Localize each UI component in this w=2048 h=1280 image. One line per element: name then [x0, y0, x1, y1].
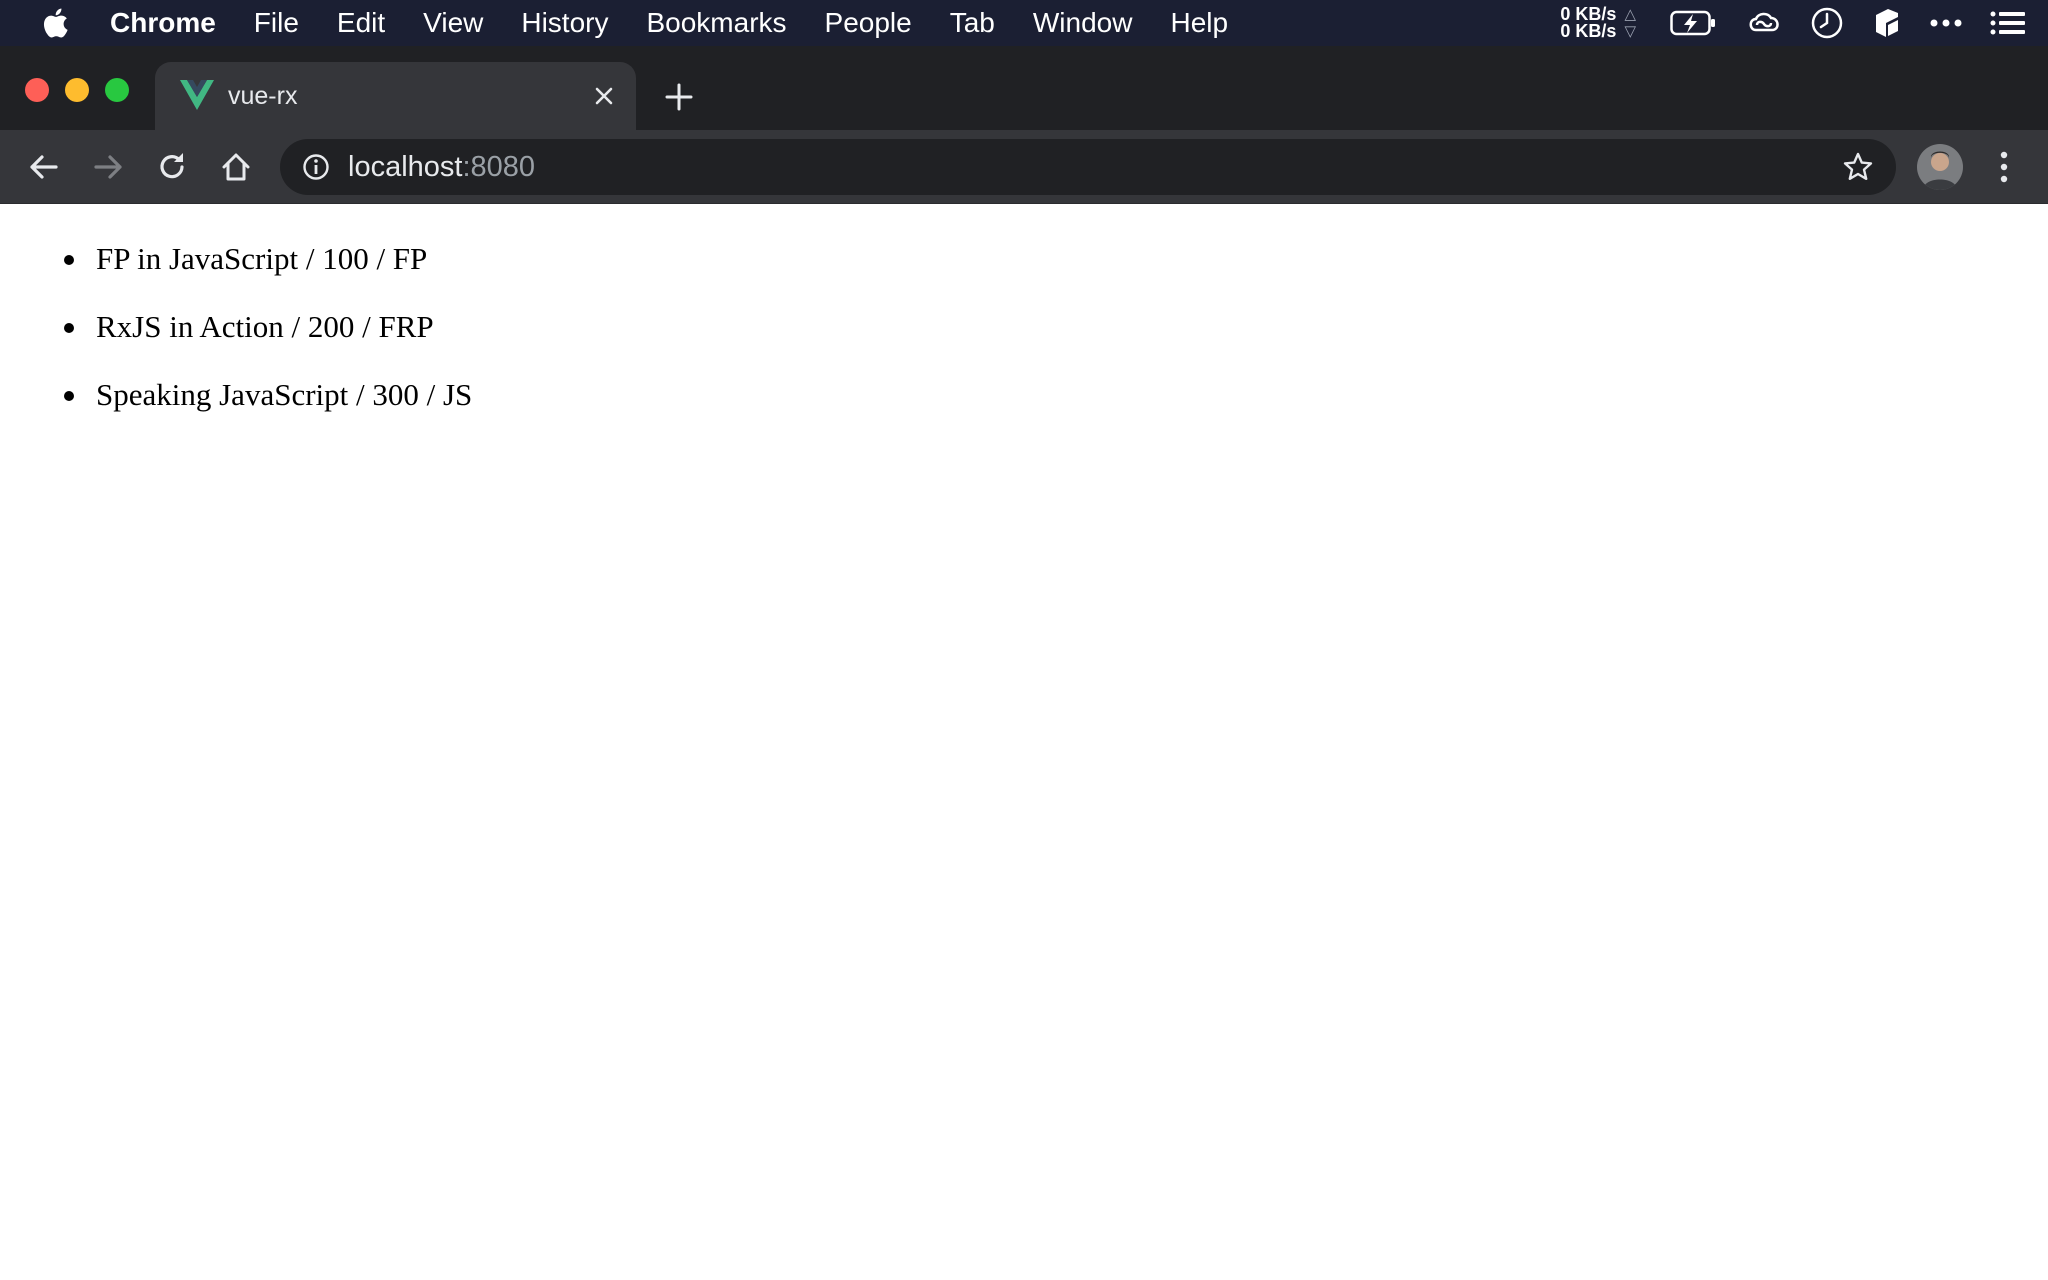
network-arrows: △ ▽ — [1624, 6, 1636, 40]
more-dots-icon[interactable] — [1930, 0, 1962, 46]
url-port: :8080 — [462, 151, 536, 183]
creative-cloud-icon[interactable] — [1746, 0, 1782, 46]
network-speed-readout[interactable]: 0 KB/s 0 KB/s — [1560, 5, 1617, 41]
tab-title: vue-rx — [228, 82, 298, 110]
url-host: localhost — [348, 151, 463, 183]
site-info-icon[interactable] — [302, 153, 330, 181]
list-icon[interactable] — [1990, 0, 2026, 46]
list-item: Speaking JavaScript / 300 / JS — [62, 371, 472, 439]
upload-arrow-icon: △ — [1624, 6, 1636, 23]
bookmark-star-icon[interactable] — [1842, 151, 1874, 183]
page-viewport: FP in JavaScript / 100 / FP RxJS in Acti… — [0, 205, 2048, 1280]
menu-people[interactable]: People — [806, 0, 931, 46]
book-item-text: RxJS in Action / 200 / FRP — [96, 309, 434, 344]
menu-edit[interactable]: Edit — [318, 0, 404, 46]
menu-bar-status-area: 0 KB/s 0 KB/s △ ▽ — [1560, 0, 2048, 46]
menu-bookmarks[interactable]: Bookmarks — [627, 0, 805, 46]
menu-view[interactable]: View — [404, 0, 502, 46]
list-item: FP in JavaScript / 100 / FP — [62, 235, 472, 303]
apple-icon[interactable] — [0, 0, 110, 46]
notion-icon[interactable] — [1872, 0, 1902, 46]
menu-tab[interactable]: Tab — [931, 0, 1014, 46]
new-tab-plus-icon[interactable] — [664, 82, 694, 112]
forward-arrow-icon[interactable] — [91, 150, 125, 184]
browser-tab-active[interactable]: vue-rx — [155, 62, 636, 130]
download-arrow-icon: ▽ — [1624, 23, 1636, 40]
list-bullet — [64, 391, 74, 401]
list-bullet — [64, 255, 74, 265]
browser-toolbar: localhost:8080 — [0, 130, 2048, 204]
reload-icon[interactable] — [155, 150, 189, 184]
book-list: FP in JavaScript / 100 / FP RxJS in Acti… — [62, 235, 472, 439]
menu-help[interactable]: Help — [1151, 0, 1247, 46]
menu-file[interactable]: File — [235, 0, 318, 46]
menu-window[interactable]: Window — [1014, 0, 1152, 46]
book-item-text: Speaking JavaScript / 300 / JS — [96, 377, 473, 412]
url-text[interactable]: localhost:8080 — [348, 139, 535, 195]
back-arrow-icon[interactable] — [27, 150, 61, 184]
vue-logo-icon — [180, 80, 214, 115]
macos-menu-bar: Chrome File Edit View History Bookmarks … — [0, 0, 2048, 46]
tab-close-icon[interactable] — [592, 84, 616, 108]
window-close-button[interactable] — [25, 78, 49, 102]
profile-avatar[interactable] — [1917, 144, 1963, 190]
window-minimize-button[interactable] — [65, 78, 89, 102]
menu-app-chrome[interactable]: Chrome — [110, 0, 235, 46]
clock-icon[interactable] — [1810, 0, 1844, 46]
list-bullet — [64, 323, 74, 333]
menu-history[interactable]: History — [502, 0, 627, 46]
window-maximize-button[interactable] — [105, 78, 129, 102]
book-item-text: FP in JavaScript / 100 / FP — [96, 241, 428, 276]
list-item: RxJS in Action / 200 / FRP — [62, 303, 472, 371]
browser-menu-icon[interactable] — [1988, 148, 2020, 186]
download-speed: 0 KB/s — [1560, 21, 1617, 41]
address-bar[interactable]: localhost:8080 — [280, 139, 1896, 195]
battery-charging-icon[interactable] — [1670, 0, 1718, 46]
home-icon[interactable] — [219, 150, 253, 184]
